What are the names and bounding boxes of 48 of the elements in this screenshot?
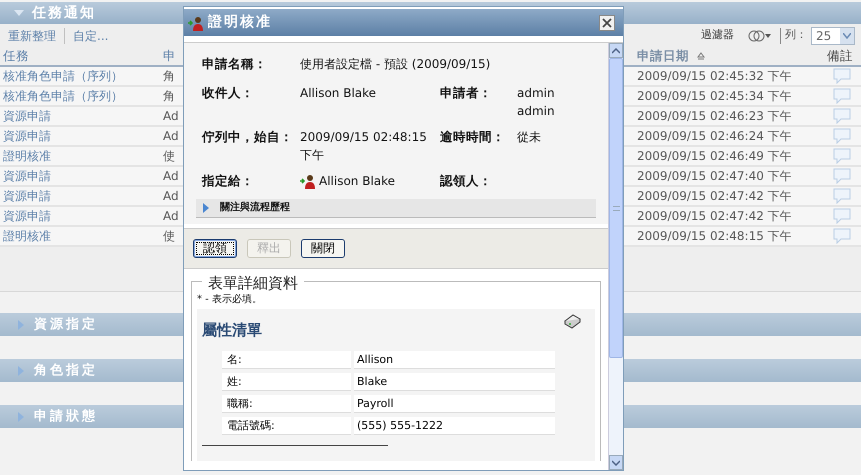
table-cell-text: Ad bbox=[162, 208, 180, 225]
form-label: 電話號碼: bbox=[222, 417, 351, 435]
form-label: 名: bbox=[222, 351, 351, 369]
field-label: 申請者： bbox=[440, 84, 493, 102]
table-cell-text: Ad bbox=[162, 188, 180, 205]
form-value: Payroll bbox=[354, 395, 555, 413]
table-cell-text: Ad bbox=[162, 108, 180, 125]
field-label: 指定給： bbox=[200, 172, 255, 190]
table-cell-text: 使 bbox=[162, 148, 176, 165]
date-cell-text: 2009/09/15 02:46:24 下午 bbox=[636, 128, 793, 145]
date-cell-text: 2009/09/15 02:47:42 下午 bbox=[636, 208, 793, 225]
dialog-title: 證明核准 bbox=[208, 13, 272, 32]
section-title: 資源指定 bbox=[34, 316, 98, 334]
field-value: Allison Blake bbox=[319, 173, 396, 190]
panel-title: 任務通知 bbox=[32, 4, 96, 22]
table-cell-text: 使 bbox=[162, 228, 176, 245]
section-heading: 屬性清單 bbox=[202, 320, 262, 340]
table-cell-text: 角 bbox=[162, 88, 176, 105]
date-cell-text: 2009/09/15 02:46:49 下午 bbox=[636, 148, 793, 165]
form-value: Allison bbox=[354, 351, 555, 369]
field-label: 佇列中，始自： bbox=[200, 128, 294, 146]
field-label: 認領人： bbox=[440, 172, 493, 190]
rows-label: 列： bbox=[785, 27, 807, 44]
date-cell-text: 2009/09/15 02:45:32 下午 bbox=[636, 68, 793, 85]
section-title: 角色指定 bbox=[34, 362, 98, 380]
comments-toggle-label: 關注與流程歷程 bbox=[220, 200, 290, 215]
field-label: 逾時時間： bbox=[440, 128, 506, 146]
date-cell-text: 2009/09/15 02:47:42 下午 bbox=[636, 188, 793, 205]
field-value: admin admin bbox=[517, 84, 556, 120]
field-label: 收件人： bbox=[201, 84, 255, 102]
date-cell-text: 2009/09/15 02:46:23 下午 bbox=[636, 108, 793, 125]
date-cell-text: 2009/09/15 02:45:34 下午 bbox=[636, 88, 793, 105]
required-note: * - 表示必填。 bbox=[197, 292, 263, 306]
table-cell-text: Ad bbox=[162, 168, 180, 185]
field-value: 使用者設定檔 - 預設 (2009/09/15) bbox=[300, 56, 492, 73]
form-value: Blake bbox=[354, 373, 555, 391]
field-label: 申請名稱： bbox=[201, 55, 268, 73]
date-cell-text: 2009/09/15 02:48:15 下午 bbox=[636, 228, 793, 245]
table-cell-text: Ad bbox=[162, 128, 180, 145]
field-value: 2009/09/15 02:48:15 下午 bbox=[300, 128, 428, 164]
table-cell-text: 角 bbox=[162, 68, 176, 85]
date-cell-text: 2009/09/15 02:47:40 下午 bbox=[636, 168, 793, 185]
form-value: (555) 555-1222 bbox=[354, 417, 555, 435]
section-title: 申請狀態 bbox=[34, 408, 98, 426]
form-label: 職稱: bbox=[222, 395, 351, 413]
form-label: 姓: bbox=[222, 373, 351, 391]
field-value: Allison Blake bbox=[300, 84, 378, 102]
field-value: 從未 bbox=[517, 128, 542, 146]
